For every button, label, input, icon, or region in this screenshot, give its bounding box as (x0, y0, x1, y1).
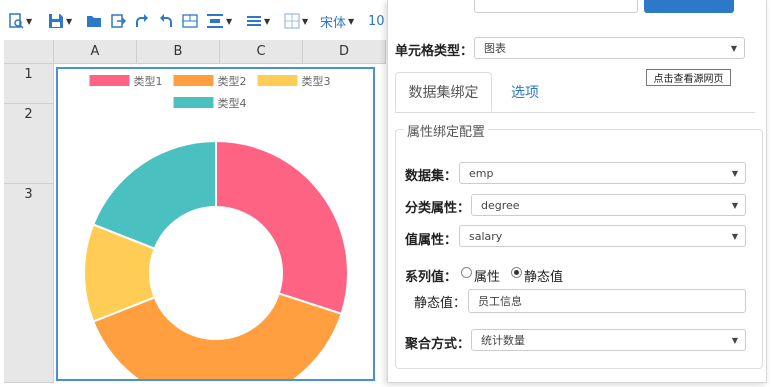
cut-off-button[interactable] (644, 0, 734, 13)
dataset-value: emp (469, 166, 494, 180)
donut-slice[interactable] (215, 139, 349, 316)
borders-button[interactable]: ▼ (284, 12, 308, 30)
font-size-select[interactable]: 10 (368, 12, 385, 30)
panel-top-controls (396, 0, 756, 14)
aggregate-value: 统计数量 (481, 334, 525, 347)
legend-label[interactable]: 类型3 (302, 74, 331, 88)
dataset-select[interactable]: emp ▼ (459, 162, 746, 184)
chevron-down-icon: ▼ (302, 16, 309, 26)
chevron-down-icon: ▼ (26, 16, 33, 26)
align-center-button[interactable]: ▼ (206, 12, 232, 30)
redo-icon (136, 14, 148, 27)
chevron-down-icon: ▼ (731, 232, 738, 241)
toolbar: ▼ ▼ ▼ ▼ ▼ 宋体 ▼ 10 (0, 0, 390, 40)
cell-type-value: 图表 (484, 42, 506, 55)
static-value-input[interactable]: 员工信息 (468, 289, 746, 313)
category-value: degree (481, 198, 520, 212)
aggregate-select[interactable]: 统计数量 ▼ (471, 329, 746, 351)
align-center-icon (207, 14, 223, 28)
chevron-down-icon: ▼ (348, 16, 355, 26)
chevron-down-icon: ▼ (66, 16, 73, 26)
radio-attribute-label: 属性 (474, 270, 501, 285)
preview-button[interactable]: ▼ (8, 12, 32, 30)
save-icon (49, 14, 63, 28)
row-header-3[interactable]: 3 (4, 184, 54, 383)
chart-cell[interactable]: 类型1 类型2 类型3 类型4 (56, 67, 375, 387)
dataset-label: 数据集： (405, 169, 458, 184)
preview-icon (9, 13, 24, 29)
column-header-c[interactable]: C (220, 40, 303, 64)
export-button[interactable] (110, 12, 126, 30)
column-header-b[interactable]: B (137, 40, 220, 64)
series-label: 系列值： (405, 270, 458, 285)
legend-swatch[interactable] (173, 75, 214, 86)
row-header-1[interactable]: 1 (4, 64, 54, 104)
column-header-d[interactable]: D (303, 40, 386, 64)
property-panel: 单元格类型： 图表 ▼ 数据集绑定 选项 点击查看源网页 属性绑定配置 数据集：… (387, 0, 767, 383)
font-size-value: 10 (368, 13, 385, 29)
chevron-down-icon: ▼ (264, 16, 271, 26)
radio-attribute[interactable] (461, 267, 472, 278)
donut-chart: 类型1 类型2 类型3 类型4 (83, 74, 349, 387)
open-button[interactable] (86, 12, 102, 30)
donut-slice[interactable] (91, 139, 217, 251)
tooltip: 点击查看源网页 (646, 69, 731, 86)
cell-type-select[interactable]: 图表 ▼ (474, 37, 745, 59)
export-icon (111, 14, 126, 28)
legend-label[interactable]: 类型2 (218, 74, 247, 88)
align-lines-icon (247, 16, 261, 26)
merge-cells-button[interactable] (182, 12, 198, 30)
legend-label[interactable]: 类型1 (134, 74, 163, 88)
value-select[interactable]: salary ▼ (459, 225, 746, 247)
category-label: 分类属性： (405, 201, 471, 216)
value-value: salary (469, 229, 503, 243)
undo-button[interactable] (158, 12, 174, 30)
corner-header[interactable] (4, 40, 54, 64)
category-select[interactable]: degree ▼ (471, 194, 746, 216)
cell-type-label: 单元格类型： (395, 44, 474, 59)
borders-icon (284, 13, 300, 29)
merge-cells-icon (182, 14, 198, 28)
align-lines-button[interactable]: ▼ (246, 12, 270, 30)
radio-static-label: 静态值 (524, 270, 564, 285)
aggregate-label: 聚合方式： (405, 337, 471, 352)
tab-options[interactable]: 选项 (505, 72, 545, 112)
open-folder-icon (87, 16, 101, 27)
radio-static[interactable] (511, 267, 522, 278)
legend-swatch[interactable] (257, 75, 298, 86)
font-family-value: 宋体 (320, 15, 347, 31)
chevron-down-icon: ▼ (731, 336, 738, 345)
static-value-label: 静态值： (414, 296, 467, 311)
redo-button[interactable] (134, 12, 150, 30)
chevron-down-icon: ▼ (731, 169, 738, 178)
column-header-a[interactable]: A (54, 40, 137, 64)
row-header-2[interactable]: 2 (4, 104, 54, 184)
chevron-down-icon: ▼ (731, 201, 738, 210)
legend-label[interactable]: 类型4 (218, 96, 247, 110)
chevron-down-icon: ▼ (730, 44, 737, 53)
static-value-text: 员工信息 (478, 295, 522, 308)
section-title: 属性绑定配置 (404, 121, 489, 140)
legend-swatch[interactable] (89, 75, 130, 86)
chevron-down-icon: ▼ (226, 16, 233, 26)
spreadsheet-grid: A B C D 1 2 3 类型1 类型2 类型3 类型4 (4, 40, 386, 387)
value-label: 值属性： (405, 233, 458, 248)
font-family-select[interactable]: 宋体 ▼ (320, 12, 355, 31)
save-button[interactable]: ▼ (48, 12, 72, 30)
legend-swatch[interactable] (173, 97, 214, 108)
cut-off-input[interactable] (474, 0, 638, 13)
undo-icon (160, 14, 172, 27)
tab-dataset-binding[interactable]: 数据集绑定 (395, 72, 492, 112)
